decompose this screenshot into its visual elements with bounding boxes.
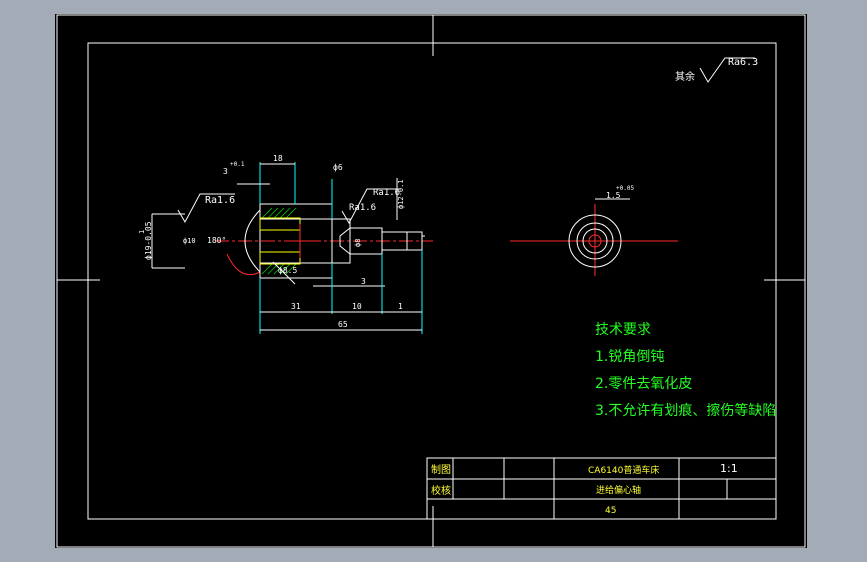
dim-side: 1.5 (606, 191, 621, 200)
tb-checked-label: 校核 (431, 484, 451, 497)
dim-31: 31 (291, 302, 301, 311)
dim-10: 10 (352, 302, 362, 311)
roughness-ra1: Ra1.6 (205, 195, 235, 206)
tb-scale: 1:1 (720, 462, 738, 475)
tb-part-title-1: CA6140普通车床 (588, 464, 659, 476)
roughness-other-value: Ra6.3 (728, 57, 758, 68)
roughness-other-label: 其余 (675, 70, 695, 83)
tech-req-title: 技术要求 (595, 322, 651, 338)
dim-18: 18 (273, 154, 283, 163)
tb-drawn-label: 制图 (431, 463, 451, 476)
title-block: 制图 校核 CA6140普通车床 进给偏心轴 1:1 45 (426, 457, 777, 520)
cad-drawing: 其余 Ra6.3 18 3 +0.1 ф6 ф19-0.05 1 ф10 180… (56, 14, 806, 548)
roughness-ra2b: Ra1.6 (349, 203, 376, 213)
dim-1: 1 (398, 302, 403, 311)
tb-material: 45 (605, 506, 616, 516)
front-view: 18 3 +0.1 ф6 ф19-0.05 1 ф10 180° Ra1.6 R… (138, 154, 433, 334)
dim-left-dia: ф19-0.05 (144, 221, 153, 260)
tech-req-item-1: 1.锐角倒钝 (595, 349, 665, 365)
drawing-sheet: 其余 Ra6.3 18 3 +0.1 ф6 ф19-0.05 1 ф10 180… (55, 14, 807, 548)
dim-bore: ф10 (183, 237, 196, 245)
tech-req-item-3: 3.不允许有划痕、擦伤等缺陷 (595, 403, 777, 419)
tb-part-title-2: 进给偏心轴 (596, 484, 641, 496)
dim-angle: 180° (207, 236, 226, 245)
dim-top-tol: 3 (223, 167, 228, 176)
dim-dia85: ф8.5 (278, 266, 297, 275)
dim-side-sup: +0.05 (616, 185, 634, 192)
roughness-other-symbol: 其余 Ra6.3 (675, 57, 758, 83)
dim-slot3: 3 (361, 277, 366, 286)
dim-right-dia: ф8 (354, 239, 362, 247)
tech-req-item-2: 2.零件去氧化皮 (595, 376, 693, 392)
inner-frame (87, 42, 777, 520)
dim-dia6: ф6 (333, 163, 343, 172)
dim-right-tol: ф12-0.1 (397, 179, 405, 209)
dim-65: 65 (338, 320, 348, 329)
dim-top-tol-sup: +0.1 (230, 161, 245, 168)
dim-left-small: 1 (138, 230, 146, 234)
side-view: 1.5 +0.05 (510, 185, 678, 276)
